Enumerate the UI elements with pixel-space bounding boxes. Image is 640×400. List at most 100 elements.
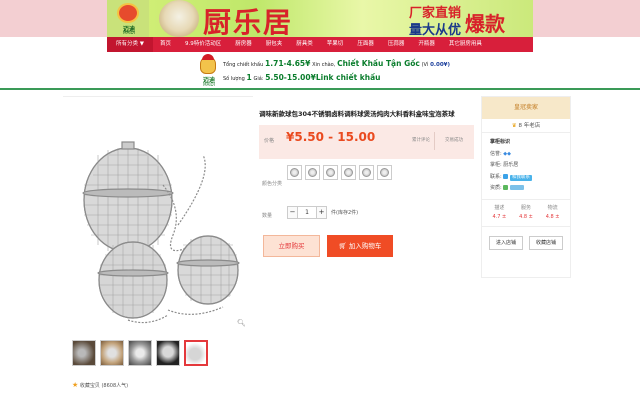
bowl-image <box>159 0 199 37</box>
credit-icon: ◆◆ <box>503 150 511 157</box>
quantity-input[interactable]: 1 <box>298 206 316 219</box>
quantity-value: 1 <box>246 73 252 82</box>
color-option-4[interactable] <box>341 165 356 180</box>
color-swatches <box>287 165 392 180</box>
seller-panel: 皇冠卖家 ♛ 8 年老店 掌柜标识 信誉: ◆◆ 掌柜: 厨乐居 联系: 和我联… <box>481 96 571 278</box>
seller-years: ♛ 8 年老店 <box>482 119 570 133</box>
brand-logo: 迈迪 MAIDI <box>107 0 149 37</box>
owner-value: 厨乐居 <box>503 162 519 168</box>
top-banner: 迈迪 MAIDI 厨乐居 厂家直销 量大从优 爆款 <box>0 0 640 37</box>
stat-divider <box>434 132 435 150</box>
owner-row: 掌柜: 厨乐居 <box>490 160 562 172</box>
discount-link[interactable]: Chiết Khấu Tận Gốc <box>337 59 420 68</box>
decrease-button[interactable]: − <box>287 206 298 219</box>
review-count-label[interactable]: 累计评论 <box>408 137 434 143</box>
score-service: 服务 4.8 ± <box>519 204 533 222</box>
thumbnail-2[interactable] <box>100 340 124 366</box>
product-price: ¥5.50 - 15.00 <box>286 130 376 144</box>
discount-strip: 迈迪 MAIDI Tổng chiết khấu 1.71-4.65¥ Xin … <box>0 54 640 90</box>
banner-image[interactable]: 迈迪 MAIDI 厨乐居 厂家直销 量大从优 爆款 <box>107 0 533 37</box>
magnifier-icon[interactable]: 🔍︎ <box>237 319 246 327</box>
score-service-value: 4.8 ± <box>519 213 533 220</box>
seller-years-text: 8 年老店 <box>518 123 541 129</box>
nav-item-noodle-press[interactable]: 压面器 <box>350 37 381 52</box>
product-main: 🔍︎ ★ 收藏宝贝 (8608人气) 调味新款球包304不锈钢卤料调料球煲汤炖肉… <box>63 96 479 400</box>
increase-button[interactable]: + <box>316 206 327 219</box>
contact-button[interactable]: 和我联系 <box>509 174 532 181</box>
score-logistics-label: 物流 <box>547 204 558 211</box>
mascot: 迈迪 MAIDI <box>198 54 220 88</box>
enter-shop-button[interactable]: 进入店铺 <box>489 235 523 250</box>
thumbnail-strip <box>72 340 208 366</box>
sales-count-label: 交易成功 <box>445 138 463 143</box>
score-logistics-value: 4.8 ± <box>545 213 560 220</box>
product-image[interactable] <box>73 115 248 330</box>
quantity-stepper: − 1 + 件(库存2件) <box>287 206 358 219</box>
thumbnail-5[interactable] <box>184 340 208 366</box>
price-label: 价格 <box>264 138 275 144</box>
thumbnail-4[interactable] <box>156 340 180 366</box>
greeting-text: Xin chào, <box>312 62 336 68</box>
total-discount-value: 1.71-4.65¥ <box>265 59 311 68</box>
add-to-cart-label: 加入购物车 <box>348 242 382 250</box>
main-nav: 所有分类 ▼ 首页 9.9特价活动区 厨房器 厨包夹 厨具类 苹果切 压面器 压… <box>0 37 640 52</box>
score-service-label: 服务 <box>520 204 531 211</box>
seller-scores: 描述 4.7 ± 服务 4.8 ± 物流 4.8 ± <box>482 200 570 227</box>
color-option-6[interactable] <box>377 165 392 180</box>
favorite-product[interactable]: ★ 收藏宝贝 (8608人气) <box>72 381 128 389</box>
logo-emblem-icon <box>117 3 139 23</box>
seller-info: 掌柜标识 信誉: ◆◆ 掌柜: 厨乐居 联系: 和我联系 资质: <box>482 133 570 200</box>
nav-item-apple-cutter[interactable]: 苹果切 <box>320 37 351 52</box>
nav-item-garlic-press[interactable]: 压蒜器 <box>381 37 412 52</box>
color-option-2[interactable] <box>305 165 320 180</box>
thumbnail-3[interactable] <box>128 340 152 366</box>
vi-label: (Vì <box>421 62 429 68</box>
nav-item-kitchen-tools[interactable]: 厨房器 <box>228 37 259 52</box>
nav-item-clips[interactable]: 厨包夹 <box>259 37 290 52</box>
quantity-label: 数量 <box>262 213 273 219</box>
product-gallery: 🔍︎ ★ 收藏宝贝 (8608人气) <box>63 96 253 389</box>
vi-value: 0.00¥) <box>430 62 451 68</box>
seller-header: 皇冠卖家 <box>482 97 570 119</box>
color-option-5[interactable] <box>359 165 374 180</box>
discount-line: Tổng chiết khấu 1.71-4.65¥ Xin chào, Chi… <box>223 59 450 68</box>
quality-row: 资质: <box>490 183 562 195</box>
buy-now-button[interactable]: 立即购买 <box>263 235 320 257</box>
price-box: 价格 ¥5.50 - 15.00 累计评论 交易成功 <box>259 125 474 159</box>
nav-item-home[interactable]: 首页 <box>153 37 178 52</box>
thumbnail-1[interactable] <box>72 340 96 366</box>
discount-price-link[interactable]: 5.50-15.00¥Link chiết khấu <box>265 73 380 82</box>
score-description-value: 4.7 ± <box>492 213 507 220</box>
nav-item-all-categories[interactable]: 所有分类 ▼ <box>107 37 153 52</box>
logo-sub-text: MAIDI <box>123 30 135 35</box>
nav-item-bottle-opener[interactable]: 开瓶器 <box>411 37 442 52</box>
score-description: 描述 4.7 ± <box>492 204 506 222</box>
credit-row: 信誉: ◆◆ <box>490 149 562 161</box>
quantity-line: Số lượng 1 Giá: 5.50-15.00¥Link chiết kh… <box>223 73 381 82</box>
cart-icon: 🛒︎ <box>338 242 347 250</box>
color-label: 颜色分类 <box>262 181 283 187</box>
favorite-shop-button[interactable]: 收藏店铺 <box>529 235 563 250</box>
slogan-line2: 量大从优 <box>409 23 462 37</box>
qq-icon[interactable] <box>503 173 509 179</box>
color-option-3[interactable] <box>323 165 338 180</box>
score-logistics: 物流 4.8 ± <box>546 204 560 222</box>
color-option-1[interactable] <box>287 165 302 180</box>
contact-row: 联系: 和我联系 <box>490 172 562 184</box>
star-icon: ★ <box>72 381 79 389</box>
shop-label: 掌柜标识 <box>490 139 511 145</box>
nav-bar: 所有分类 ▼ 首页 9.9特价活动区 厨房器 厨包夹 厨具类 苹果切 压面器 压… <box>107 37 533 52</box>
nav-item-other[interactable]: 其它厨房用具 <box>442 37 489 52</box>
mascot-sub: MAIDI <box>203 82 215 87</box>
contact-label: 联系: <box>490 173 502 180</box>
nav-item-cookware[interactable]: 厨具类 <box>289 37 320 52</box>
owner-label: 掌柜: <box>490 162 502 168</box>
license-icon <box>503 185 509 190</box>
price-label: Giá: <box>253 76 264 82</box>
favorite-count: (8608人气) <box>101 383 129 389</box>
slogan-big: 爆款 <box>465 12 505 36</box>
add-to-cart-button[interactable]: 🛒︎ 加入购物车 <box>327 235 393 257</box>
favorite-label: 收藏宝贝 <box>79 383 100 389</box>
credit-label: 信誉: <box>490 150 502 157</box>
nav-item-sale[interactable]: 9.9特价活动区 <box>178 37 228 52</box>
